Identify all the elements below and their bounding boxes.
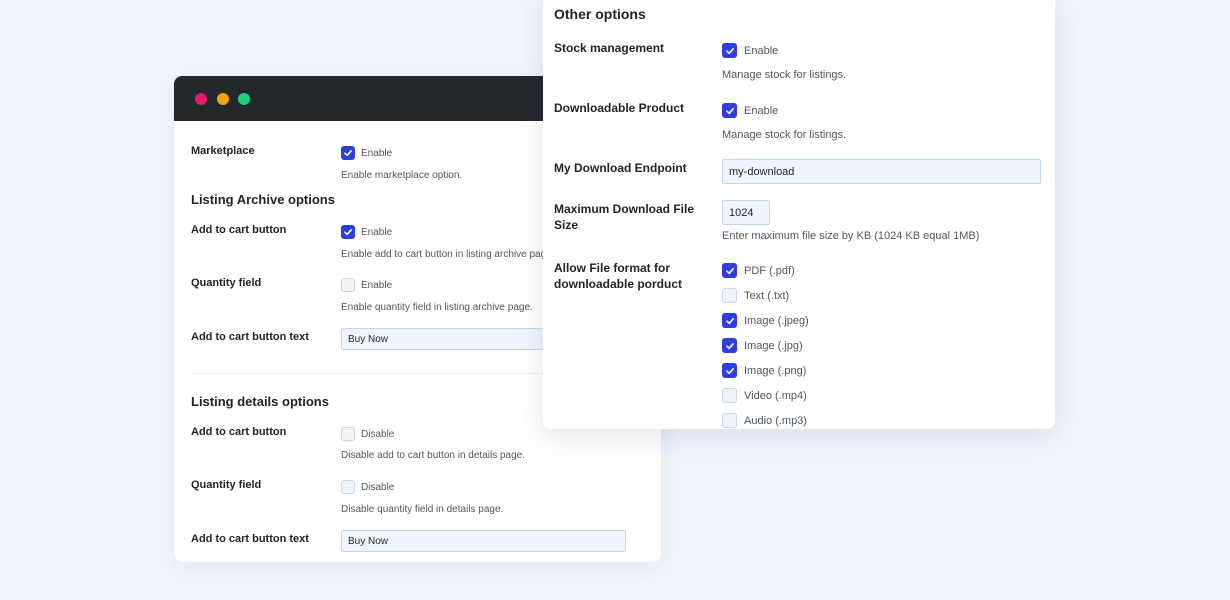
details-add-to-cart-checkbox-label: Disable [361,428,395,440]
archive-quantity-checkbox[interactable]: Enable [341,278,392,292]
details-quantity-checkbox[interactable]: Disable [341,480,394,494]
format-mp4-label: Video (.mp4) [744,389,807,402]
listing-archive-section-title: Listing Archive options [191,192,335,207]
format-txt-label: Text (.txt) [744,289,790,302]
format-mp3-checkbox[interactable]: Audio (.mp3) [722,413,807,428]
maximize-window-dot[interactable] [238,93,250,105]
format-txt-checkbox[interactable]: Text (.txt) [722,288,789,303]
details-add-to-cart-label: Add to cart button [191,426,287,438]
archive-add-to-cart-label: Add to cart button [191,224,287,236]
checkbox-unchecked-icon[interactable] [341,480,355,494]
stock-management-description: Manage stock for listings. [722,69,847,81]
checkbox-unchecked-icon[interactable] [341,278,355,292]
downloadable-product-checkbox[interactable]: Enable [722,103,778,118]
checkbox-checked-icon[interactable] [341,225,355,239]
minimize-window-dot[interactable] [217,93,229,105]
checkbox-checked-icon[interactable] [722,313,737,328]
stock-management-checkbox-label: Enable [744,44,779,57]
format-mp4-checkbox[interactable]: Video (.mp4) [722,388,807,403]
checkbox-checked-icon[interactable] [341,146,355,160]
format-jpg-checkbox[interactable]: Image (.jpg) [722,338,803,353]
stock-management-label: Stock management [554,41,665,55]
stock-management-checkbox[interactable]: Enable [722,43,778,58]
checkbox-unchecked-icon[interactable] [722,413,737,428]
checkbox-unchecked-icon[interactable] [722,288,737,303]
details-quantity-checkbox-label: Disable [361,481,395,493]
close-window-dot[interactable] [195,93,207,105]
checkbox-checked-icon[interactable] [722,263,737,278]
downloadable-product-description: Manage stock for listings. [722,129,847,141]
checkbox-checked-icon[interactable] [722,363,737,378]
max-download-size-description: Enter maximum file size by KB (1024 KB e… [722,230,980,242]
archive-add-to-cart-checkbox-label: Enable [361,226,393,238]
format-pdf-label: PDF (.pdf) [744,264,795,277]
marketplace-description: Enable marketplace option. [341,170,463,181]
max-download-size-input[interactable]: 1024 [722,200,770,225]
archive-add-to-cart-description: Enable add to cart button in listing arc… [341,249,555,260]
archive-button-text-label: Add to cart button text [191,331,309,343]
details-button-text-label: Add to cart button text [191,533,309,545]
format-jpg-label: Image (.jpg) [744,339,803,352]
download-endpoint-label: My Download Endpoint [554,161,687,175]
max-download-size-label: Maximum Download File Size [554,202,695,232]
checkbox-checked-icon[interactable] [722,43,737,58]
marketplace-checkbox[interactable]: Enable [341,146,392,160]
archive-quantity-checkbox-label: Enable [361,279,393,291]
format-png-checkbox[interactable]: Image (.png) [722,363,806,378]
format-png-label: Image (.png) [744,364,807,377]
download-endpoint-input[interactable]: my-download [722,159,1041,184]
archive-quantity-description: Enable quantity field in listing archive… [341,302,533,313]
archive-add-to-cart-checkbox[interactable]: Enable [341,225,392,239]
marketplace-label: Marketplace [191,145,255,157]
downloadable-product-label: Downloadable Product [554,101,685,115]
listing-details-section-title: Listing details options [191,394,329,409]
details-button-text-input[interactable]: Buy Now [341,530,626,552]
archive-quantity-label: Quantity field [191,277,262,289]
format-pdf-checkbox[interactable]: PDF (.pdf) [722,263,795,278]
format-mp3-label: Audio (.mp3) [744,414,807,427]
format-jpeg-checkbox[interactable]: Image (.jpeg) [722,313,809,328]
downloadable-product-checkbox-label: Enable [744,104,779,117]
file-format-label: Allow File format for downloadable pordu… [554,261,682,291]
details-add-to-cart-checkbox[interactable]: Disable [341,427,394,441]
format-jpeg-label: Image (.jpeg) [744,314,809,327]
checkbox-unchecked-icon[interactable] [722,388,737,403]
other-options-window: Other options Stock management Enable Ma… [543,0,1055,429]
other-options-section-title: Other options [554,6,646,22]
details-quantity-description: Disable quantity field in details page. [341,504,504,515]
checkbox-unchecked-icon[interactable] [341,427,355,441]
details-quantity-label: Quantity field [191,479,262,491]
checkbox-checked-icon[interactable] [722,103,737,118]
details-add-to-cart-description: Disable add to cart button in details pa… [341,450,526,461]
checkbox-checked-icon[interactable] [722,338,737,353]
marketplace-checkbox-label: Enable [361,147,393,159]
